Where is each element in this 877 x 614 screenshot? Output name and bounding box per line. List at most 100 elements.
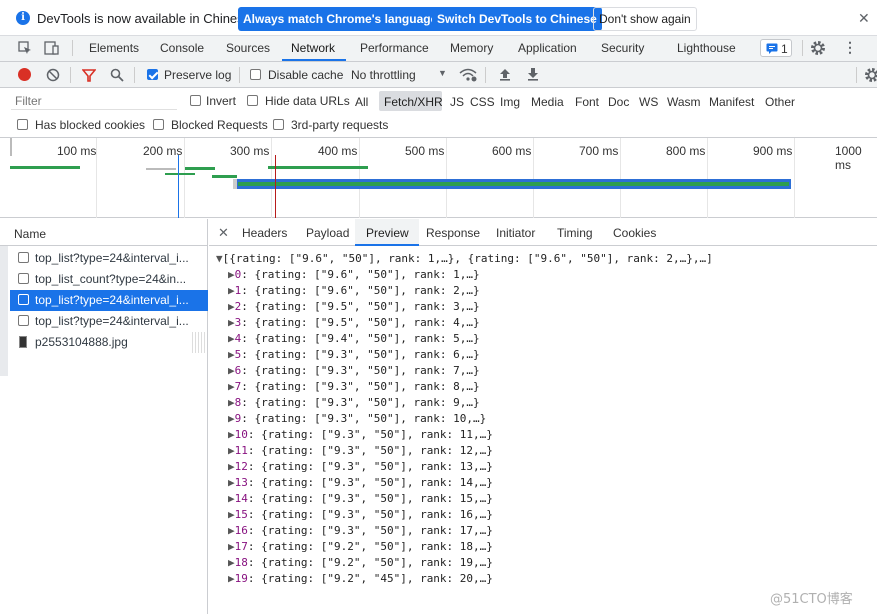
scrollbar[interactable] xyxy=(0,246,8,376)
type-filter-css[interactable]: CSS xyxy=(470,95,495,109)
preview-item[interactable]: ▶3: {rating: ["9.5", "50"], rank: 4,…} xyxy=(228,316,480,329)
filter-icon[interactable] xyxy=(82,68,96,82)
type-filter-font[interactable]: Font xyxy=(575,95,599,109)
record-icon[interactable] xyxy=(18,68,31,81)
tab-elements[interactable]: Elements xyxy=(89,41,139,55)
preview-item[interactable]: ▶7: {rating: ["9.3", "50"], rank: 8,…} xyxy=(228,380,480,393)
settings-gear-icon[interactable] xyxy=(810,40,826,56)
preview-item[interactable]: ▶17: {rating: ["9.2", "50"], rank: 18,…} xyxy=(228,540,493,553)
dont-show-again-button[interactable]: Don't show again xyxy=(593,7,697,31)
preview-item[interactable]: ▶15: {rating: ["9.3", "50"], rank: 16,…} xyxy=(228,508,493,521)
tab-application[interactable]: Application xyxy=(518,41,577,55)
request-row-selected[interactable]: top_list?type=24&interval_i... xyxy=(10,290,208,311)
type-filter-wasm[interactable]: Wasm xyxy=(667,95,701,109)
hide-data-urls-checkbox[interactable] xyxy=(247,95,258,106)
preview-item[interactable]: ▶14: {rating: ["9.3", "50"], rank: 15,…} xyxy=(228,492,493,505)
blocked-requests-checkbox[interactable] xyxy=(153,119,164,130)
type-filter-all[interactable]: All xyxy=(355,95,368,109)
preview-item[interactable]: ▶9: {rating: ["9.3", "50"], rank: 10,…} xyxy=(228,412,486,425)
timeline-tick: 1000 ms xyxy=(835,144,862,172)
tab-security[interactable]: Security xyxy=(601,41,644,55)
tab-console[interactable]: Console xyxy=(160,41,204,55)
tab-initiator[interactable]: Initiator xyxy=(496,226,535,240)
preview-item[interactable]: ▶16: {rating: ["9.3", "50"], rank: 17,…} xyxy=(228,524,493,537)
tab-payload[interactable]: Payload xyxy=(306,226,349,240)
preview-item[interactable]: ▶4: {rating: ["9.4", "50"], rank: 5,…} xyxy=(228,332,480,345)
tab-response[interactable]: Response xyxy=(426,226,480,240)
name-column-header[interactable]: Name xyxy=(0,219,208,246)
preview-item[interactable]: ▶5: {rating: ["9.3", "50"], rank: 6,…} xyxy=(228,348,480,361)
preview-item[interactable]: ▶19: {rating: ["9.2", "45"], rank: 20,…} xyxy=(228,572,493,585)
type-filter-ws[interactable]: WS xyxy=(639,95,658,109)
timeline-tick: 200 ms xyxy=(143,144,183,158)
inspect-element-icon[interactable] xyxy=(18,41,32,55)
request-name: top_list?type=24&interval_i... xyxy=(35,314,189,328)
throttling-select[interactable]: No throttling xyxy=(351,68,416,82)
preview-item[interactable]: ▶6: {rating: ["9.3", "50"], rank: 7,…} xyxy=(228,364,480,377)
tab-memory[interactable]: Memory xyxy=(450,41,493,55)
preserve-log-checkbox[interactable] xyxy=(147,69,158,80)
tab-headers[interactable]: Headers xyxy=(242,226,287,240)
tab-lighthouse[interactable]: Lighthouse xyxy=(677,41,736,55)
preview-item[interactable]: ▶8: {rating: ["9.3", "50"], rank: 9,…} xyxy=(228,396,480,409)
preview-item-value: {rating: ["9.3", "50"], rank: 13,…} xyxy=(261,460,493,473)
close-icon[interactable]: ✕ xyxy=(858,10,870,27)
preview-item[interactable]: ▶1: {rating: ["9.6", "50"], rank: 2,…} xyxy=(228,284,480,297)
issues-count: 1 xyxy=(781,42,788,56)
type-filter-doc[interactable]: Doc xyxy=(608,95,629,109)
export-har-icon[interactable] xyxy=(526,67,540,82)
request-name: top_list_count?type=24&in... xyxy=(35,272,187,286)
type-filter-img[interactable]: Img xyxy=(500,95,520,109)
tab-network[interactable]: Network xyxy=(291,41,335,55)
device-toolbar-icon[interactable] xyxy=(44,40,60,56)
type-filter-fetch-xhr[interactable]: Fetch/XHR xyxy=(384,95,443,109)
type-filter-js[interactable]: JS xyxy=(450,95,464,109)
request-row[interactable]: p2553104888.jpg xyxy=(10,332,208,353)
collapsed-triangle-icon: ▶ xyxy=(228,476,235,489)
network-settings-gear-icon[interactable] xyxy=(864,67,877,83)
close-detail-icon[interactable]: ✕ xyxy=(218,225,229,241)
tab-timing[interactable]: Timing xyxy=(557,226,593,240)
request-list-pane: Name top_list?type=24&interval_i... top_… xyxy=(0,219,208,614)
preview-item[interactable]: ▶2: {rating: ["9.5", "50"], rank: 3,…} xyxy=(228,300,480,313)
tab-cookies[interactable]: Cookies xyxy=(613,226,656,240)
type-filter-other[interactable]: Other xyxy=(765,95,795,109)
request-name: top_list?type=24&interval_i... xyxy=(35,251,189,265)
type-filter-media[interactable]: Media xyxy=(531,95,564,109)
request-row[interactable]: top_list?type=24&interval_i... xyxy=(10,311,208,332)
preview-item[interactable]: ▶12: {rating: ["9.3", "50"], rank: 13,…} xyxy=(228,460,493,473)
has-blocked-cookies-label: Has blocked cookies xyxy=(35,118,146,132)
preview-item[interactable]: ▶0: {rating: ["9.6", "50"], rank: 1,…} xyxy=(228,268,480,281)
tab-preview[interactable]: Preview xyxy=(366,226,409,240)
filter-input[interactable] xyxy=(11,92,177,110)
preview-item-value: {rating: ["9.5", "50"], rank: 3,…} xyxy=(254,300,480,313)
import-har-icon[interactable] xyxy=(498,67,512,82)
clear-icon[interactable] xyxy=(46,68,60,82)
preview-item-value: {rating: ["9.3", "50"], rank: 8,…} xyxy=(254,380,480,393)
has-blocked-cookies-checkbox[interactable] xyxy=(17,119,28,130)
timeline-overview[interactable]: 100 ms 200 ms 300 ms 400 ms 500 ms 600 m… xyxy=(0,138,877,218)
preview-item[interactable]: ▶11: {rating: ["9.3", "50"], rank: 12,…} xyxy=(228,444,493,457)
preview-item-index: 4 xyxy=(234,332,242,345)
preview-item[interactable]: ▶18: {rating: ["9.2", "50"], rank: 19,…} xyxy=(228,556,493,569)
search-icon[interactable] xyxy=(110,68,124,82)
request-row[interactable]: top_list_count?type=24&in... xyxy=(10,269,208,290)
preview-item-value: {rating: ["9.3", "50"], rank: 7,…} xyxy=(254,364,480,377)
tab-sources[interactable]: Sources xyxy=(226,41,270,55)
always-match-language-button[interactable]: Always match Chrome's language xyxy=(238,7,443,31)
preview-item[interactable]: ▶13: {rating: ["9.3", "50"], rank: 14,…} xyxy=(228,476,493,489)
waterfall-bar xyxy=(212,175,237,178)
preview-root[interactable]: ▼[{rating: ["9.6", "50"], rank: 1,…}, {r… xyxy=(216,252,713,265)
more-options-icon[interactable]: ⋮ xyxy=(843,39,857,56)
invert-checkbox[interactable] xyxy=(190,95,201,106)
disable-cache-checkbox[interactable] xyxy=(250,69,261,80)
chevron-down-icon[interactable]: ▼ xyxy=(438,68,447,78)
request-row[interactable]: top_list?type=24&interval_i... xyxy=(10,248,208,269)
third-party-checkbox[interactable] xyxy=(273,119,284,130)
switch-to-chinese-button[interactable]: Switch DevTools to Chinese xyxy=(432,7,602,31)
network-conditions-icon[interactable] xyxy=(459,67,477,83)
preview-item[interactable]: ▶10: {rating: ["9.3", "50"], rank: 11,…} xyxy=(228,428,493,441)
tab-performance[interactable]: Performance xyxy=(360,41,429,55)
type-filter-manifest[interactable]: Manifest xyxy=(709,95,754,109)
issues-button[interactable]: 1 xyxy=(760,39,792,57)
